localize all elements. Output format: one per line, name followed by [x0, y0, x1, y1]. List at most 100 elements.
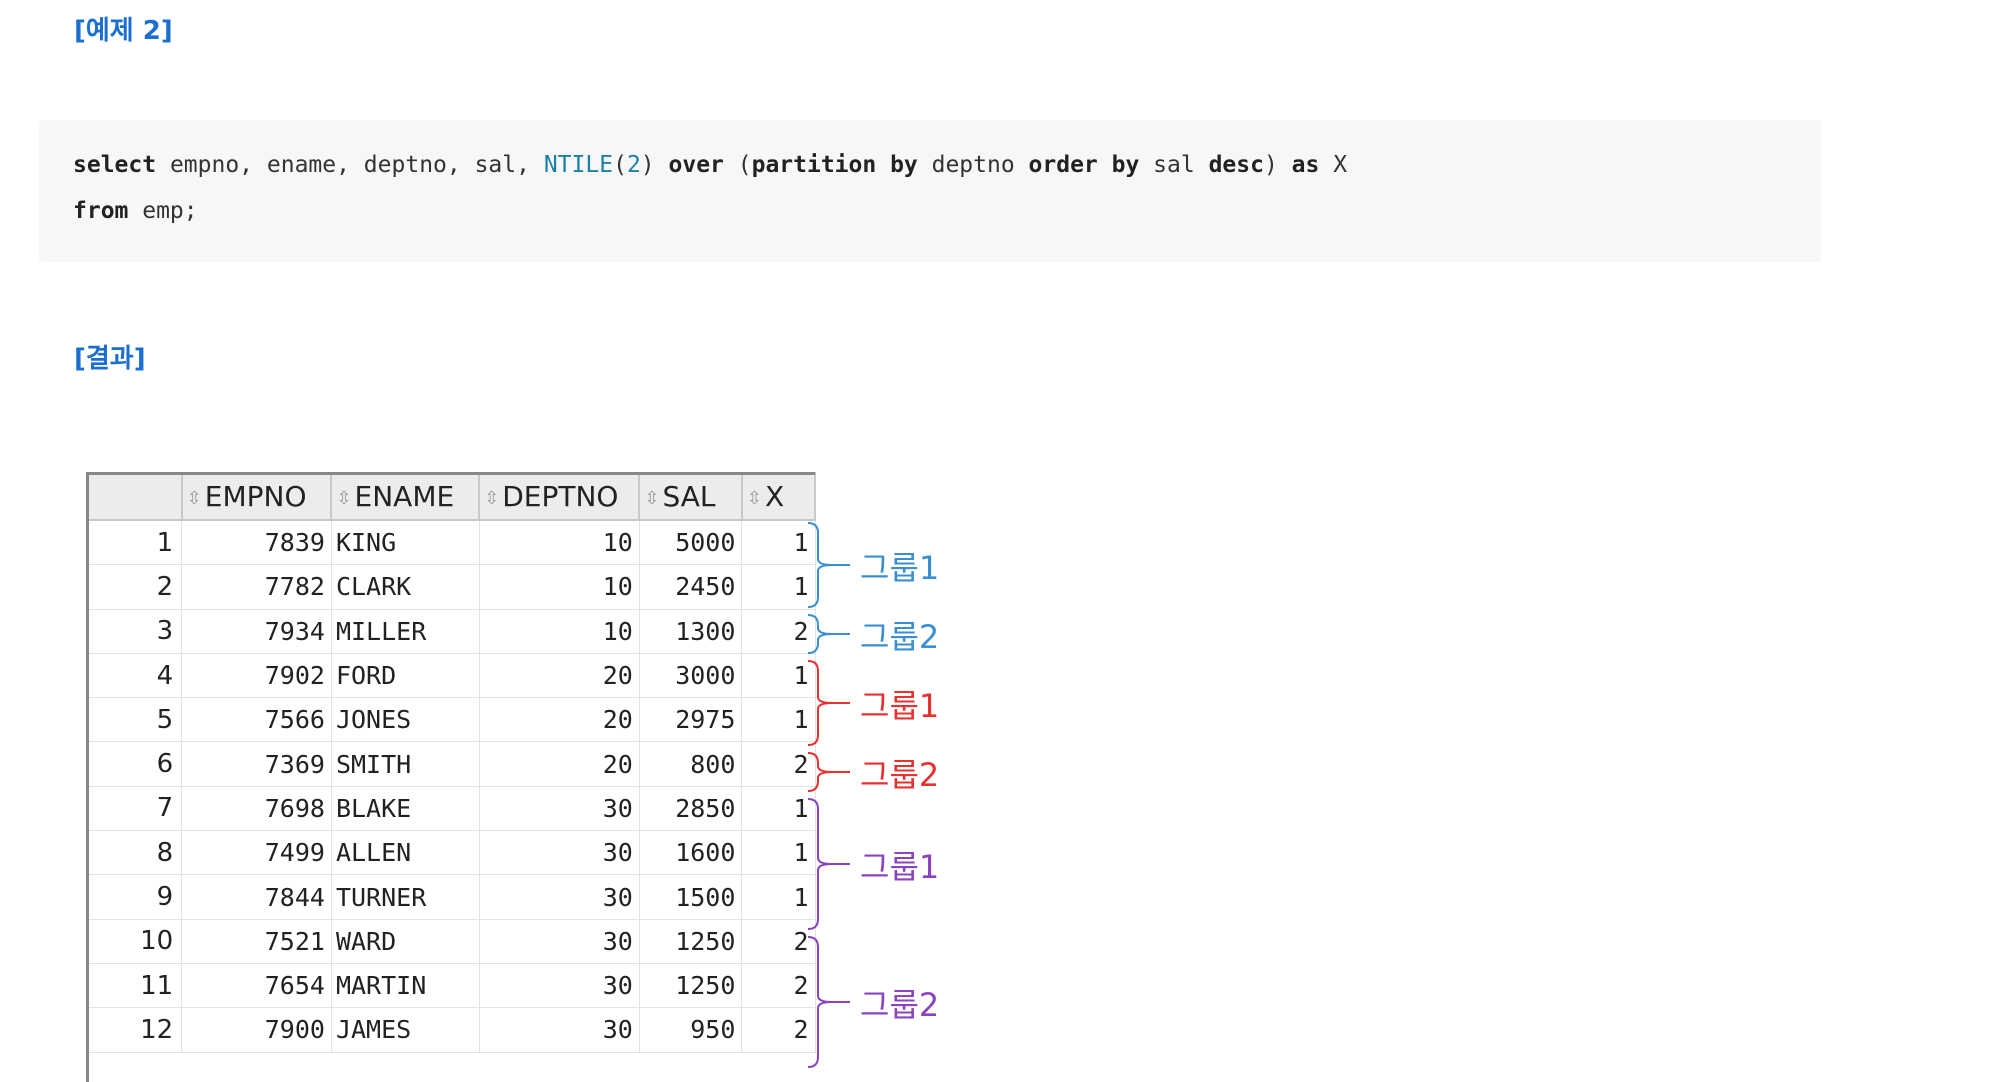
row-number: 1 [86, 519, 183, 566]
code-token: from [73, 198, 129, 224]
code-token: ) [1263, 152, 1292, 178]
table-row[interactable]: 11 7654 MARTIN 30 1250 2 [86, 962, 816, 1009]
cell-empno: 7566 [181, 697, 332, 743]
cell-x: 1 [741, 652, 816, 699]
code-token: ( [613, 152, 627, 178]
cell-sal: 1250 [638, 962, 743, 1009]
table-row[interactable]: 7 7698 BLAKE 30 2850 1 [86, 785, 816, 832]
cell-empno: 7900 [181, 1007, 332, 1053]
code-token: NTILE [543, 152, 614, 178]
cell-sal: 3000 [638, 652, 743, 699]
cell-deptno: 30 [478, 874, 640, 920]
cell-sal: 1250 [638, 918, 743, 964]
code-token: desc [1208, 152, 1264, 178]
cell-x: 2 [741, 918, 816, 964]
code-line-2: from emp; [73, 198, 198, 224]
row-number: 2 [86, 564, 183, 610]
cell-empno: 7934 [181, 608, 332, 654]
cell-deptno: 10 [478, 564, 640, 610]
cell-sal: 5000 [638, 519, 743, 566]
table-row[interactable]: 5 7566 JONES 20 2975 1 [86, 697, 816, 743]
example-heading: [예제 2] [74, 16, 173, 46]
cell-ename: WARD [330, 918, 480, 964]
cell-x: 2 [741, 1007, 816, 1053]
table-row[interactable]: 6 7369 SMITH 20 800 2 [86, 741, 816, 787]
cell-deptno: 30 [478, 785, 640, 832]
cell-deptno: 20 [478, 741, 640, 787]
row-number: 10 [86, 918, 183, 964]
column-header-deptno[interactable]: ⇳ DEPTNO [478, 472, 641, 521]
row-number: 4 [86, 652, 183, 699]
row-number-header [86, 472, 183, 521]
sort-arrows-icon[interactable]: ⇳ [644, 488, 659, 509]
code-block: select empno, ename, deptno, sal, NTILE(… [39, 120, 1821, 262]
table-row[interactable]: 10 7521 WARD 30 1250 2 [86, 918, 816, 964]
cell-empno: 7521 [181, 918, 332, 964]
sort-arrows-icon[interactable]: ⇳ [484, 488, 499, 509]
cell-deptno: 20 [478, 697, 640, 743]
cell-ename: KING [330, 519, 480, 566]
group-label: 그룹2 [860, 756, 940, 794]
cell-x: 2 [741, 608, 816, 654]
cell-deptno: 30 [478, 962, 640, 1009]
cell-empno: 7782 [181, 564, 332, 610]
column-header-label: X [765, 480, 785, 513]
cell-empno: 7698 [181, 785, 332, 832]
column-header-label: SAL [662, 480, 716, 513]
code-token: order by [1028, 152, 1140, 178]
header-row: ⇳ EMPNO ⇳ ENAME ⇳ DEPTNO ⇳ SAL ⇳ X [86, 472, 817, 521]
cell-ename: ALLEN [330, 830, 480, 876]
code-token: emp; [128, 198, 198, 224]
table-row[interactable]: 1 7839 KING 10 5000 1 [86, 519, 816, 566]
cell-empno: 7839 [181, 519, 332, 566]
row-number: 6 [86, 741, 183, 787]
row-number: 3 [86, 608, 183, 654]
cell-deptno: 30 [478, 830, 640, 876]
column-header-sal[interactable]: ⇳ SAL [638, 472, 743, 521]
code-token: select [73, 152, 157, 178]
table-row[interactable]: 2 7782 CLARK 10 2450 1 [86, 564, 816, 610]
cell-ename: MARTIN [330, 962, 480, 1009]
cell-empno: 7902 [181, 652, 332, 699]
sort-arrows-icon[interactable]: ⇳ [187, 488, 202, 509]
cell-ename: SMITH [330, 741, 480, 787]
code-token: 2 [626, 152, 641, 178]
cell-empno: 7844 [181, 874, 332, 920]
result-heading: [결과] [74, 344, 146, 374]
row-number: 9 [86, 874, 183, 920]
row-number: 5 [86, 697, 183, 743]
group-label: 그룹1 [860, 549, 940, 587]
grid-top-border [86, 472, 815, 475]
table-row[interactable]: 4 7902 FORD 20 3000 1 [86, 652, 816, 699]
column-header-x[interactable]: ⇳ X [740, 472, 817, 521]
cell-deptno: 30 [478, 1007, 640, 1053]
sort-arrows-icon[interactable]: ⇳ [336, 488, 351, 509]
cell-x: 2 [741, 962, 816, 1009]
row-number: 7 [86, 785, 183, 832]
cell-x: 2 [741, 741, 816, 787]
cell-empno: 7499 [181, 830, 332, 876]
code-token: over [668, 152, 724, 178]
group-label: 그룹2 [860, 986, 940, 1024]
cell-sal: 950 [638, 1007, 743, 1053]
cell-x: 1 [741, 874, 816, 920]
table-row[interactable]: 12 7900 JAMES 30 950 2 [86, 1007, 816, 1053]
table-row[interactable]: 3 7934 MILLER 10 1300 2 [86, 608, 816, 654]
table-row[interactable]: 9 7844 TURNER 30 1500 1 [86, 874, 816, 920]
column-header-empno[interactable]: ⇳ EMPNO [180, 472, 333, 521]
cell-ename: MILLER [330, 608, 480, 654]
code-token: X [1319, 152, 1348, 178]
cell-x: 1 [741, 564, 816, 610]
cell-empno: 7654 [181, 962, 332, 1009]
cell-ename: TURNER [330, 874, 480, 920]
code-token: empno, ename, deptno, sal, [156, 152, 544, 178]
row-number: 11 [86, 962, 183, 1009]
cell-sal: 2975 [638, 697, 743, 743]
cell-sal: 1600 [638, 830, 743, 876]
column-header-ename[interactable]: ⇳ ENAME [330, 472, 481, 521]
sort-arrows-icon[interactable]: ⇳ [747, 488, 762, 509]
cell-ename: JONES [330, 697, 480, 743]
table-row[interactable]: 8 7499 ALLEN 30 1600 1 [86, 830, 816, 876]
cell-ename: FORD [330, 652, 480, 699]
cell-x: 1 [741, 830, 816, 876]
